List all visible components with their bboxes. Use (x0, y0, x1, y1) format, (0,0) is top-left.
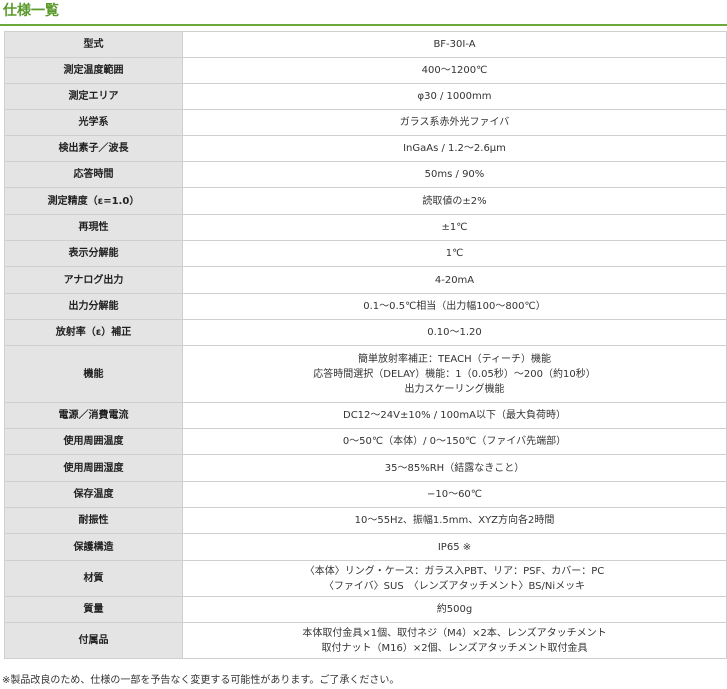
spec-row: 放射率（ε）補正 0.10～1.20 (4, 319, 727, 346)
spec-label: 使用周囲湿度 (4, 454, 183, 482)
spec-value-line: ガラス系赤外光ファイバ (399, 117, 510, 128)
spec-label: 付属品 (4, 622, 183, 659)
spec-value-line: InGaAs / 1.2～2.6μm (403, 143, 506, 154)
spec-label: 表示分解能 (4, 240, 183, 267)
spec-value: 簡単放射率補正：TEACH（ティーチ）機能応答時間選択（DELAY）機能：1（0… (182, 345, 727, 403)
spec-row: 出力分解能 0.1～0.5℃相当（出力幅100～800℃） (4, 293, 727, 320)
spec-label: 光学系 (4, 109, 183, 136)
spec-row: 付属品 本体取付金具×1個、取付ネジ（M4）×2本、レンズアタッチメント 取付ナット… (4, 622, 727, 659)
spec-value: ±1℃ (182, 214, 727, 241)
spec-value-line: 〈本体〉リング・ケース：ガラス入PBT、リア：PSF、カバー：PC (304, 565, 605, 577)
spec-label: 機能 (4, 345, 183, 403)
spec-value-line: 出力スケーリング機能 (404, 383, 505, 395)
spec-value: 約500g (182, 596, 727, 623)
spec-value-line: 取付ナット（M16）×2個、レンズアタッチメント取付金具 (321, 642, 588, 654)
spec-row: 保護構造 IP65 ※ (4, 533, 727, 561)
spec-row: 型式 BF-30I-A (4, 31, 727, 58)
spec-label: アナログ出力 (4, 266, 183, 294)
spec-value-line: 400～1200℃ (421, 65, 488, 76)
spec-value-line: 読取値の±2% (422, 195, 487, 207)
spec-value: InGaAs / 1.2～2.6μm (182, 135, 727, 162)
spec-label: 電源／消費電流 (4, 402, 183, 429)
spec-value: 読取値の±2% (182, 187, 727, 215)
spec-row: 測定温度範囲 400～1200℃ (4, 57, 727, 84)
spec-row: 使用周囲湿度 35～85%RH（結露なきこと） (4, 454, 727, 482)
spec-label: 質量 (4, 596, 183, 623)
spec-label: 型式 (4, 31, 183, 58)
spec-value-line: 0.1～0.5℃相当（出力幅100～800℃） (363, 301, 546, 312)
spec-value: 400～1200℃ (182, 57, 727, 84)
spec-table: 型式 BF-30I-A 測定温度範囲 400～1200℃ 測定エリア φ30 / 1000… (4, 31, 727, 659)
spec-value-line: BF-30I-A (433, 39, 476, 50)
spec-row: 使用周囲温度 0～50℃（本体）/ 0～150℃（ファイバ先端部） (4, 428, 727, 455)
spec-row: 検出素子／波長 InGaAs / 1.2～2.6μm (4, 135, 727, 162)
spec-row: アナログ出力 4-20mA (4, 266, 727, 294)
spec-label: 出力分解能 (4, 293, 183, 320)
spec-label: 検出素子／波長 (4, 135, 183, 162)
spec-value: −10～60℃ (182, 481, 727, 508)
spec-value-line: 4-20mA (434, 274, 475, 286)
spec-value: φ30 / 1000mm (182, 83, 727, 110)
spec-row: 材質 〈本体〉リング・ケース：ガラス入PBT、リア：PSF、カバー：PC 〈ファイバ… (4, 560, 727, 597)
spec-label: 耐振性 (4, 507, 183, 534)
spec-row: 保存温度 −10～60℃ (4, 481, 727, 508)
spec-value-line: 35～85%RH（結露なきこと） (384, 462, 525, 474)
spec-value: 〈本体〉リング・ケース：ガラス入PBT、リア：PSF、カバー：PC 〈ファイバ〉S… (182, 560, 727, 597)
spec-value: 4-20mA (182, 266, 727, 294)
spec-value: 10～55Hz、振幅1.5mm、XYZ方向各2時間 (182, 507, 727, 534)
page-title: 仕様一覧 (3, 3, 59, 19)
spec-value-line: 0～50℃（本体）/ 0～150℃（ファイバ先端部） (342, 436, 567, 447)
spec-value: BF-30I-A (182, 31, 727, 58)
spec-value: 0～50℃（本体）/ 0～150℃（ファイバ先端部） (182, 428, 727, 455)
spec-value-line: 約500g (436, 604, 473, 615)
spec-value-line: IP65 ※ (437, 541, 472, 553)
spec-row: 測定精度（ε=1.0） 読取値の±2% (4, 187, 727, 215)
spec-row: 質量 約500g (4, 596, 727, 623)
spec-row: 機能 簡単放射率補正：TEACH（ティーチ）機能 応答時間選択（DELAY）機能：1… (4, 345, 727, 403)
spec-value-line: 本体取付金具×1個、取付ネジ（M4）×2本、レンズアタッチメント (302, 627, 607, 639)
spec-value: 35～85%RH（結露なきこと） (182, 454, 727, 482)
spec-label: 保護構造 (4, 533, 183, 561)
spec-value: 1℃ (182, 240, 727, 267)
title-divider (0, 24, 727, 26)
spec-label: 測定精度（ε=1.0） (4, 187, 183, 215)
spec-label: 再現性 (4, 214, 183, 241)
footnote: ※製品改良のため、仕様の一部を予告なく変更する可能性があります。ご了承ください。 (2, 675, 400, 686)
spec-value-line: 0.10～1.20 (427, 327, 482, 338)
spec-value: 0.10～1.20 (182, 319, 727, 346)
spec-value: 50ms / 90% (182, 161, 727, 188)
spec-value-line: 1℃ (445, 248, 464, 259)
spec-row: 表示分解能 1℃ (4, 240, 727, 267)
spec-value-line: 簡単放射率補正：TEACH（ティーチ）機能 (358, 353, 551, 365)
spec-value: ガラス系赤外光ファイバ (182, 109, 727, 136)
spec-value-line: 〈ファイバ〉SUS 〈レンズアタッチメント〉BS/Niメッキ (323, 580, 586, 592)
spec-value-line: ±1℃ (441, 222, 468, 233)
spec-row: 電源／消費電流 DC12～24V±10% / 100mA以下（最大負荷時） (4, 402, 727, 429)
spec-value-line: −10～60℃ (426, 489, 483, 500)
spec-row: 光学系 ガラス系赤外光ファイバ (4, 109, 727, 136)
spec-value: 0.1～0.5℃相当（出力幅100～800℃） (182, 293, 727, 320)
spec-value: 本体取付金具×1個、取付ネジ（M4）×2本、レンズアタッチメント 取付ナット（M1… (182, 622, 727, 659)
spec-row: 再現性 ±1℃ (4, 214, 727, 241)
spec-label: 保存温度 (4, 481, 183, 508)
spec-value-line: 応答時間選択（DELAY）機能：1（0.05秒）～200（約10秒） (313, 368, 596, 380)
spec-table-body: 型式 BF-30I-A 測定温度範囲 400～1200℃ 測定エリア φ30 / 1000… (4, 31, 727, 659)
spec-label: 使用周囲温度 (4, 428, 183, 455)
spec-value: IP65 ※ (182, 533, 727, 561)
spec-value-line: φ30 / 1000mm (417, 91, 492, 102)
spec-row: 応答時間 50ms / 90% (4, 161, 727, 188)
spec-label: 材質 (4, 560, 183, 597)
spec-row: 測定エリア φ30 / 1000mm (4, 83, 727, 110)
spec-value: DC12～24V±10% / 100mA以下（最大負荷時） (182, 402, 727, 429)
spec-value-line: 50ms / 90% (424, 169, 485, 180)
spec-label: 測定エリア (4, 83, 183, 110)
spec-label: 測定温度範囲 (4, 57, 183, 84)
spec-row: 耐振性 10～55Hz、振幅1.5mm、XYZ方向各2時間 (4, 507, 727, 534)
spec-label: 放射率（ε）補正 (4, 319, 183, 346)
spec-label: 応答時間 (4, 161, 183, 188)
spec-value-line: DC12～24V±10% / 100mA以下（最大負荷時） (343, 410, 566, 421)
spec-value-line: 10～55Hz、振幅1.5mm、XYZ方向各2時間 (354, 515, 555, 526)
